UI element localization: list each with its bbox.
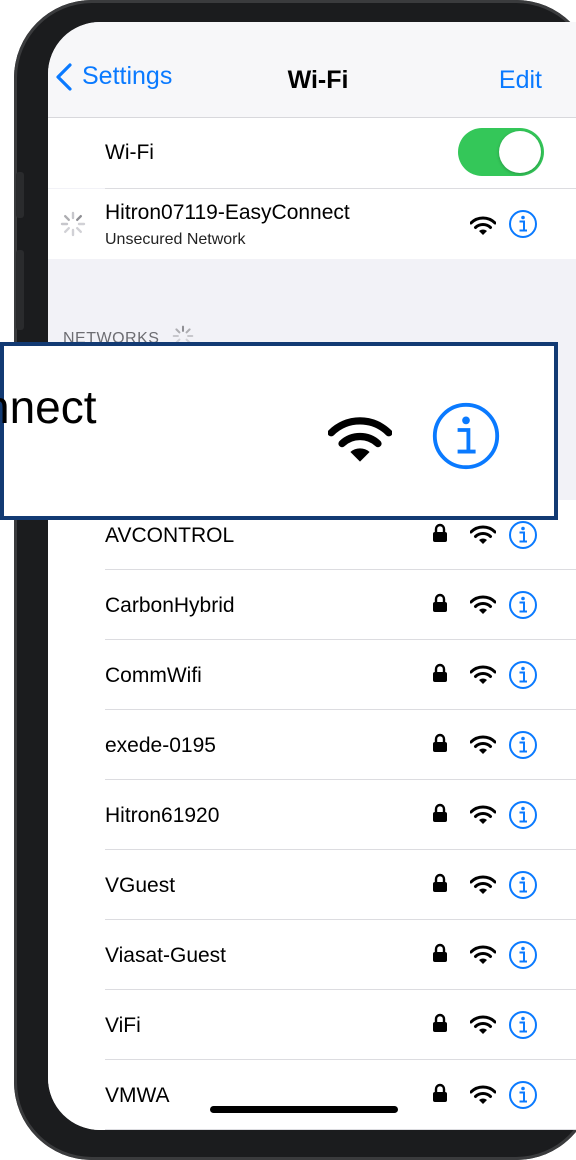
connecting-network-name: Hitron07119-EasyConnect: [105, 201, 350, 224]
lock-icon: [433, 523, 447, 542]
zoom-network-name: nnect: [0, 381, 97, 433]
network-row[interactable]: ViFi: [48, 990, 576, 1060]
network-row[interactable]: exede-0195: [48, 710, 576, 780]
screen: Settings Wi-Fi Edit Wi-Fi Hitron07119-Ea…: [48, 22, 576, 1130]
wifi-signal-icon: [470, 595, 496, 614]
info-icon[interactable]: [508, 800, 538, 830]
network-name: Viasat-Guest: [105, 944, 227, 967]
network-name: exede-0195: [105, 734, 216, 757]
wifi-label: Wi-Fi: [105, 141, 154, 164]
wifi-signal-icon: [470, 805, 496, 824]
wifi-signal-icon: [470, 1015, 496, 1034]
wifi-signal-icon: [470, 945, 496, 964]
info-icon[interactable]: [508, 590, 538, 620]
lock-icon: [433, 1083, 447, 1102]
info-icon[interactable]: [508, 660, 538, 690]
home-indicator[interactable]: [210, 1106, 398, 1113]
wifi-signal-icon: [470, 665, 496, 684]
network-row[interactable]: VMWA: [48, 1060, 576, 1130]
network-name: Hitron61920: [105, 804, 220, 827]
page-title: Wi-Fi: [287, 66, 349, 94]
info-icon[interactable]: [508, 1010, 538, 1040]
volume-up-button: [16, 250, 24, 330]
connecting-network-status: Unsecured Network: [105, 231, 246, 248]
network-row[interactable]: CommWifi: [48, 640, 576, 710]
wifi-signal-icon: [470, 875, 496, 894]
divider: [105, 1129, 576, 1130]
lock-icon: [433, 873, 447, 892]
zoom-callout: nnect: [0, 342, 558, 520]
wifi-toggle[interactable]: [458, 128, 544, 176]
network-name: VGuest: [105, 874, 176, 897]
info-icon[interactable]: [430, 400, 502, 472]
mute-switch: [16, 172, 24, 218]
info-icon[interactable]: [508, 940, 538, 970]
navigation-bar: Settings Wi-Fi Edit: [48, 22, 576, 118]
wifi-signal-icon: [470, 735, 496, 754]
network-name: CarbonHybrid: [105, 594, 235, 617]
network-name: AVCONTROL: [105, 524, 235, 547]
network-row[interactable]: Hitron61920: [48, 780, 576, 850]
info-icon[interactable]: [508, 520, 538, 550]
wifi-signal-icon: [328, 417, 392, 462]
network-row[interactable]: VGuest: [48, 850, 576, 920]
toggle-knob: [499, 131, 541, 173]
edit-button[interactable]: Edit: [499, 66, 542, 95]
info-icon[interactable]: [508, 1080, 538, 1110]
network-name: CommWifi: [105, 664, 202, 687]
info-icon[interactable]: [508, 730, 538, 760]
network-row[interactable]: CarbonHybrid: [48, 570, 576, 640]
lock-icon: [433, 1013, 447, 1032]
lock-icon: [433, 943, 447, 962]
network-row[interactable]: Viasat-Guest: [48, 920, 576, 990]
network-name: ViFi: [105, 1014, 141, 1037]
connecting-network-row[interactable]: Hitron07119-EasyConnect Unsecured Networ…: [48, 189, 576, 259]
wifi-signal-icon: [470, 525, 496, 544]
lock-icon: [433, 663, 447, 682]
wifi-signal-icon: [470, 216, 496, 235]
activity-spinner-icon: [60, 211, 86, 237]
lock-icon: [433, 803, 447, 822]
lock-icon: [433, 733, 447, 752]
lock-icon: [433, 593, 447, 612]
info-icon[interactable]: [508, 209, 538, 239]
info-icon[interactable]: [508, 870, 538, 900]
network-name: VMWA: [105, 1084, 170, 1107]
wifi-signal-icon: [470, 1085, 496, 1104]
